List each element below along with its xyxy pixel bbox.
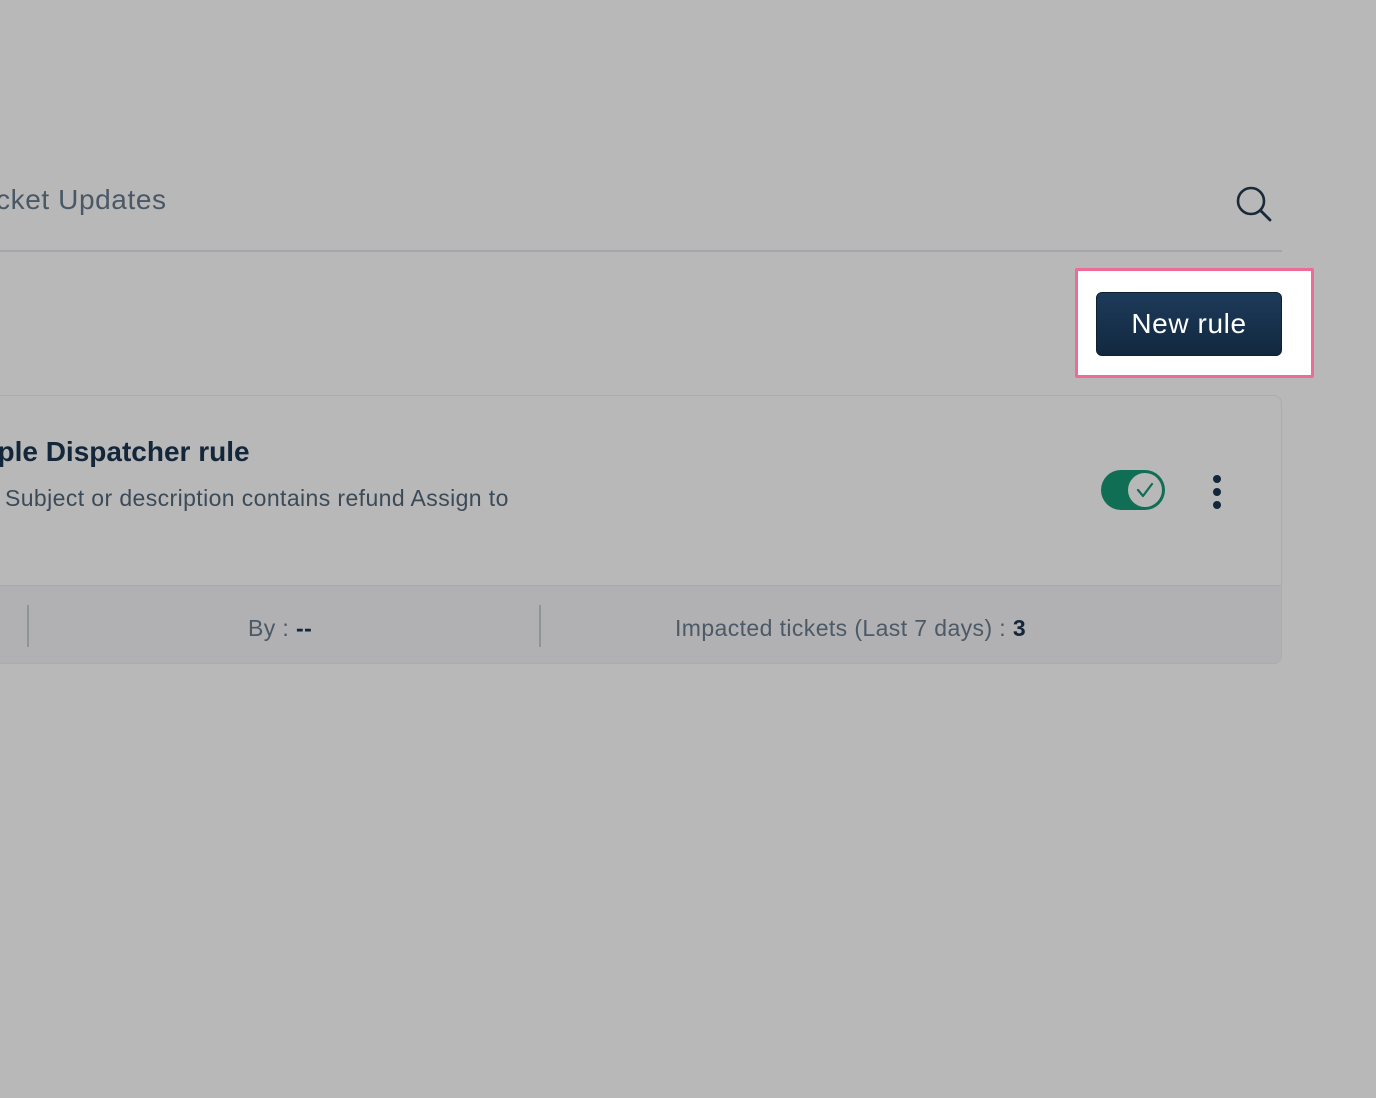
rule-enabled-toggle[interactable] [1101, 470, 1165, 510]
impacted-tickets: Impacted tickets (Last 7 days) : 3 [675, 615, 1026, 642]
impacted-label: Impacted tickets (Last 7 days) : [675, 615, 1013, 641]
footer-divider [27, 605, 29, 647]
modified-by: By : -- [248, 615, 312, 642]
tab-label[interactable]: cket Updates [0, 184, 167, 216]
impacted-value: 3 [1012, 615, 1027, 641]
header-divider [0, 250, 1282, 252]
rule-description: Subject or description contains refund A… [5, 485, 509, 511]
rule-card-footer: By : -- Impacted tickets (Last 7 days) :… [0, 585, 1281, 663]
search-icon[interactable] [1234, 184, 1274, 224]
by-value: -- [296, 615, 313, 641]
rule-title[interactable]: ample Dispatcher rule [0, 436, 250, 468]
check-icon [1136, 482, 1154, 498]
rule-card[interactable]: ample Dispatcher rule Subject or descrip… [0, 395, 1282, 664]
footer-divider [539, 605, 541, 647]
more-vertical-icon[interactable] [1201, 472, 1233, 512]
by-label: By : [248, 615, 297, 641]
toggle-knob [1128, 473, 1162, 507]
new-rule-button[interactable]: New rule [1096, 292, 1282, 356]
